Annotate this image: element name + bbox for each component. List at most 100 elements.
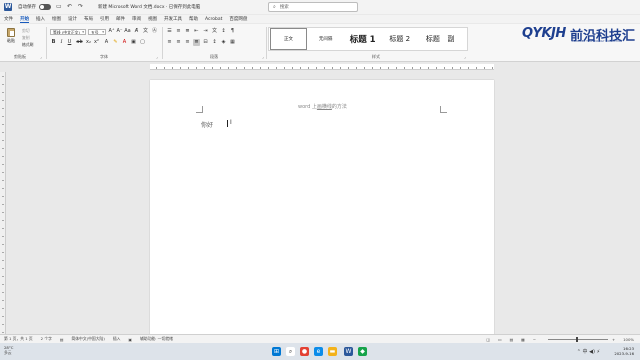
- grow-font-icon[interactable]: A⁺: [108, 28, 115, 35]
- status-language[interactable]: 简体中文(中国大陆): [71, 336, 104, 342]
- zoom-out-icon[interactable]: −: [533, 337, 536, 342]
- tab-design[interactable]: 设计: [68, 16, 77, 22]
- format-painter-button[interactable]: 格式刷: [22, 42, 33, 48]
- word-taskbar-icon[interactable]: W: [344, 347, 353, 356]
- highlight-color-icon[interactable]: ✎: [112, 39, 119, 46]
- autosave-toggle[interactable]: [39, 4, 51, 10]
- read-mode-icon[interactable]: ▭: [498, 337, 502, 342]
- paste-button[interactable]: 粘贴: [6, 28, 16, 46]
- status-insert-mode[interactable]: 插入: [113, 336, 121, 342]
- enclose-characters-icon[interactable]: Ⓐ: [151, 28, 158, 35]
- system-tray[interactable]: ⌃ 中 ◀) ⚡: [577, 348, 600, 355]
- clear-formatting-icon[interactable]: A̸: [133, 28, 140, 35]
- vertical-ruler[interactable]: [0, 72, 6, 334]
- edge-icon[interactable]: e: [314, 347, 323, 356]
- character-shading-icon[interactable]: ▣: [130, 39, 137, 46]
- cut-button[interactable]: 剪切: [22, 28, 30, 34]
- tab-review[interactable]: 审阅: [132, 16, 141, 22]
- sort-icon[interactable]: ↕: [220, 28, 227, 35]
- zoom-percentage[interactable]: 100%: [623, 337, 634, 342]
- chinese-layout-icon[interactable]: 文: [211, 28, 218, 35]
- document-body-text[interactable]: 你好: [201, 120, 213, 129]
- align-center-icon[interactable]: ≡: [175, 39, 182, 46]
- style-heading-1[interactable]: 标题 1: [344, 28, 381, 50]
- character-border-icon[interactable]: ▢: [139, 39, 146, 46]
- zoom-slider-thumb[interactable]: [575, 337, 578, 342]
- tab-file[interactable]: 文件: [4, 16, 13, 22]
- page-header-text[interactable]: word 上画横线的方法: [298, 103, 347, 110]
- save-icon[interactable]: ▭: [56, 4, 62, 10]
- font-dialog-launcher[interactable]: ⌟: [156, 54, 158, 59]
- tab-layout[interactable]: 布局: [84, 16, 93, 22]
- tab-home[interactable]: 开始: [20, 16, 29, 23]
- tab-developer[interactable]: 开发工具: [164, 16, 182, 22]
- chrome-icon[interactable]: ●: [300, 347, 309, 356]
- strikethrough-button[interactable]: ab: [76, 39, 83, 46]
- file-explorer-icon[interactable]: ▬: [328, 347, 337, 356]
- redo-icon[interactable]: ↷: [78, 4, 84, 10]
- change-case-icon[interactable]: Aa: [124, 28, 131, 35]
- proofing-icon[interactable]: ▤: [60, 337, 64, 342]
- align-left-icon[interactable]: ≡: [166, 39, 173, 46]
- print-layout-icon[interactable]: ▤: [510, 337, 514, 342]
- decrease-indent-icon[interactable]: ⇤: [193, 28, 200, 35]
- tab-baidu-netdisk[interactable]: 百度网盘: [229, 16, 247, 22]
- line-spacing-icon[interactable]: ↕: [211, 39, 218, 46]
- font-color-icon[interactable]: A: [121, 39, 128, 46]
- italic-button[interactable]: I: [58, 39, 65, 46]
- style-heading-2[interactable]: 标题 2: [381, 28, 418, 50]
- clock[interactable]: 16:23 2023-9-16: [614, 346, 634, 356]
- copy-button[interactable]: 复制: [22, 35, 30, 41]
- tab-view[interactable]: 视图: [148, 16, 157, 22]
- tab-references[interactable]: 引用: [100, 16, 109, 22]
- tab-help[interactable]: 帮助: [189, 16, 198, 22]
- font-size-select[interactable]: 五号 ▾: [88, 29, 106, 35]
- show-marks-icon[interactable]: ¶: [229, 28, 236, 35]
- clipboard-dialog-launcher[interactable]: ⌟: [40, 54, 42, 59]
- document-page[interactable]: word 上画横线的方法 你好 Ⅰ: [150, 80, 494, 340]
- start-icon[interactable]: ⊞: [272, 347, 281, 356]
- focus-mode-icon[interactable]: ◫: [486, 337, 490, 342]
- macro-record-icon[interactable]: ▣: [128, 337, 132, 342]
- status-word-count[interactable]: 2 个字: [41, 336, 52, 342]
- phonetic-guide-icon[interactable]: 文: [142, 28, 149, 35]
- search-input[interactable]: ⌕ 搜索: [268, 2, 358, 12]
- tab-insert[interactable]: 插入: [36, 16, 45, 22]
- web-layout-icon[interactable]: ▦: [521, 337, 525, 342]
- search-taskbar-icon[interactable]: ⌕: [286, 347, 295, 356]
- styles-dialog-launcher[interactable]: ⌟: [464, 54, 466, 59]
- style-title[interactable]: 标题: [418, 28, 447, 50]
- multilevel-list-icon[interactable]: ≣: [184, 28, 191, 35]
- ruler-tick: [2, 180, 4, 181]
- underline-button[interactable]: U: [66, 39, 73, 46]
- weather-widget[interactable]: 28°C 多云: [4, 345, 13, 355]
- style-normal[interactable]: 正文: [270, 28, 308, 50]
- shading-icon[interactable]: ◈: [220, 39, 227, 46]
- shrink-font-icon[interactable]: A⁻: [116, 28, 123, 35]
- status-page-count[interactable]: 第 1 页，共 1 页: [4, 336, 33, 342]
- bullets-icon[interactable]: ☰: [166, 28, 173, 35]
- align-right-icon[interactable]: ≡: [184, 39, 191, 46]
- app-taskbar-icon[interactable]: ◆: [358, 347, 367, 356]
- tab-draw[interactable]: 绘图: [52, 16, 61, 22]
- tab-mailings[interactable]: 邮件: [116, 16, 125, 22]
- numbering-icon[interactable]: ≡: [175, 28, 182, 35]
- style-subtitle[interactable]: 副: [447, 28, 467, 50]
- status-accessibility[interactable]: 辅助功能: 一切就绪: [140, 336, 173, 342]
- subscript-button[interactable]: x₂: [85, 39, 92, 46]
- superscript-button[interactable]: x²: [93, 39, 100, 46]
- font-name-select[interactable]: 等线 (中文正文) ▾: [50, 29, 86, 35]
- undo-icon[interactable]: ↶: [67, 4, 73, 10]
- style-no-spacing[interactable]: 无间隔: [307, 28, 344, 50]
- distributed-icon[interactable]: ⊟: [202, 39, 209, 46]
- horizontal-ruler[interactable]: [150, 64, 494, 70]
- tab-acrobat[interactable]: Acrobat: [205, 17, 222, 22]
- justify-icon[interactable]: ≣: [193, 39, 200, 46]
- borders-icon[interactable]: ▦: [229, 39, 236, 46]
- increase-indent-icon[interactable]: ⇥: [202, 28, 209, 35]
- zoom-in-icon[interactable]: +: [612, 337, 615, 342]
- bold-button[interactable]: B: [50, 39, 57, 46]
- text-effects-icon[interactable]: A: [103, 39, 110, 46]
- paragraph-dialog-launcher[interactable]: ⌟: [262, 54, 264, 59]
- zoom-slider[interactable]: [547, 337, 608, 342]
